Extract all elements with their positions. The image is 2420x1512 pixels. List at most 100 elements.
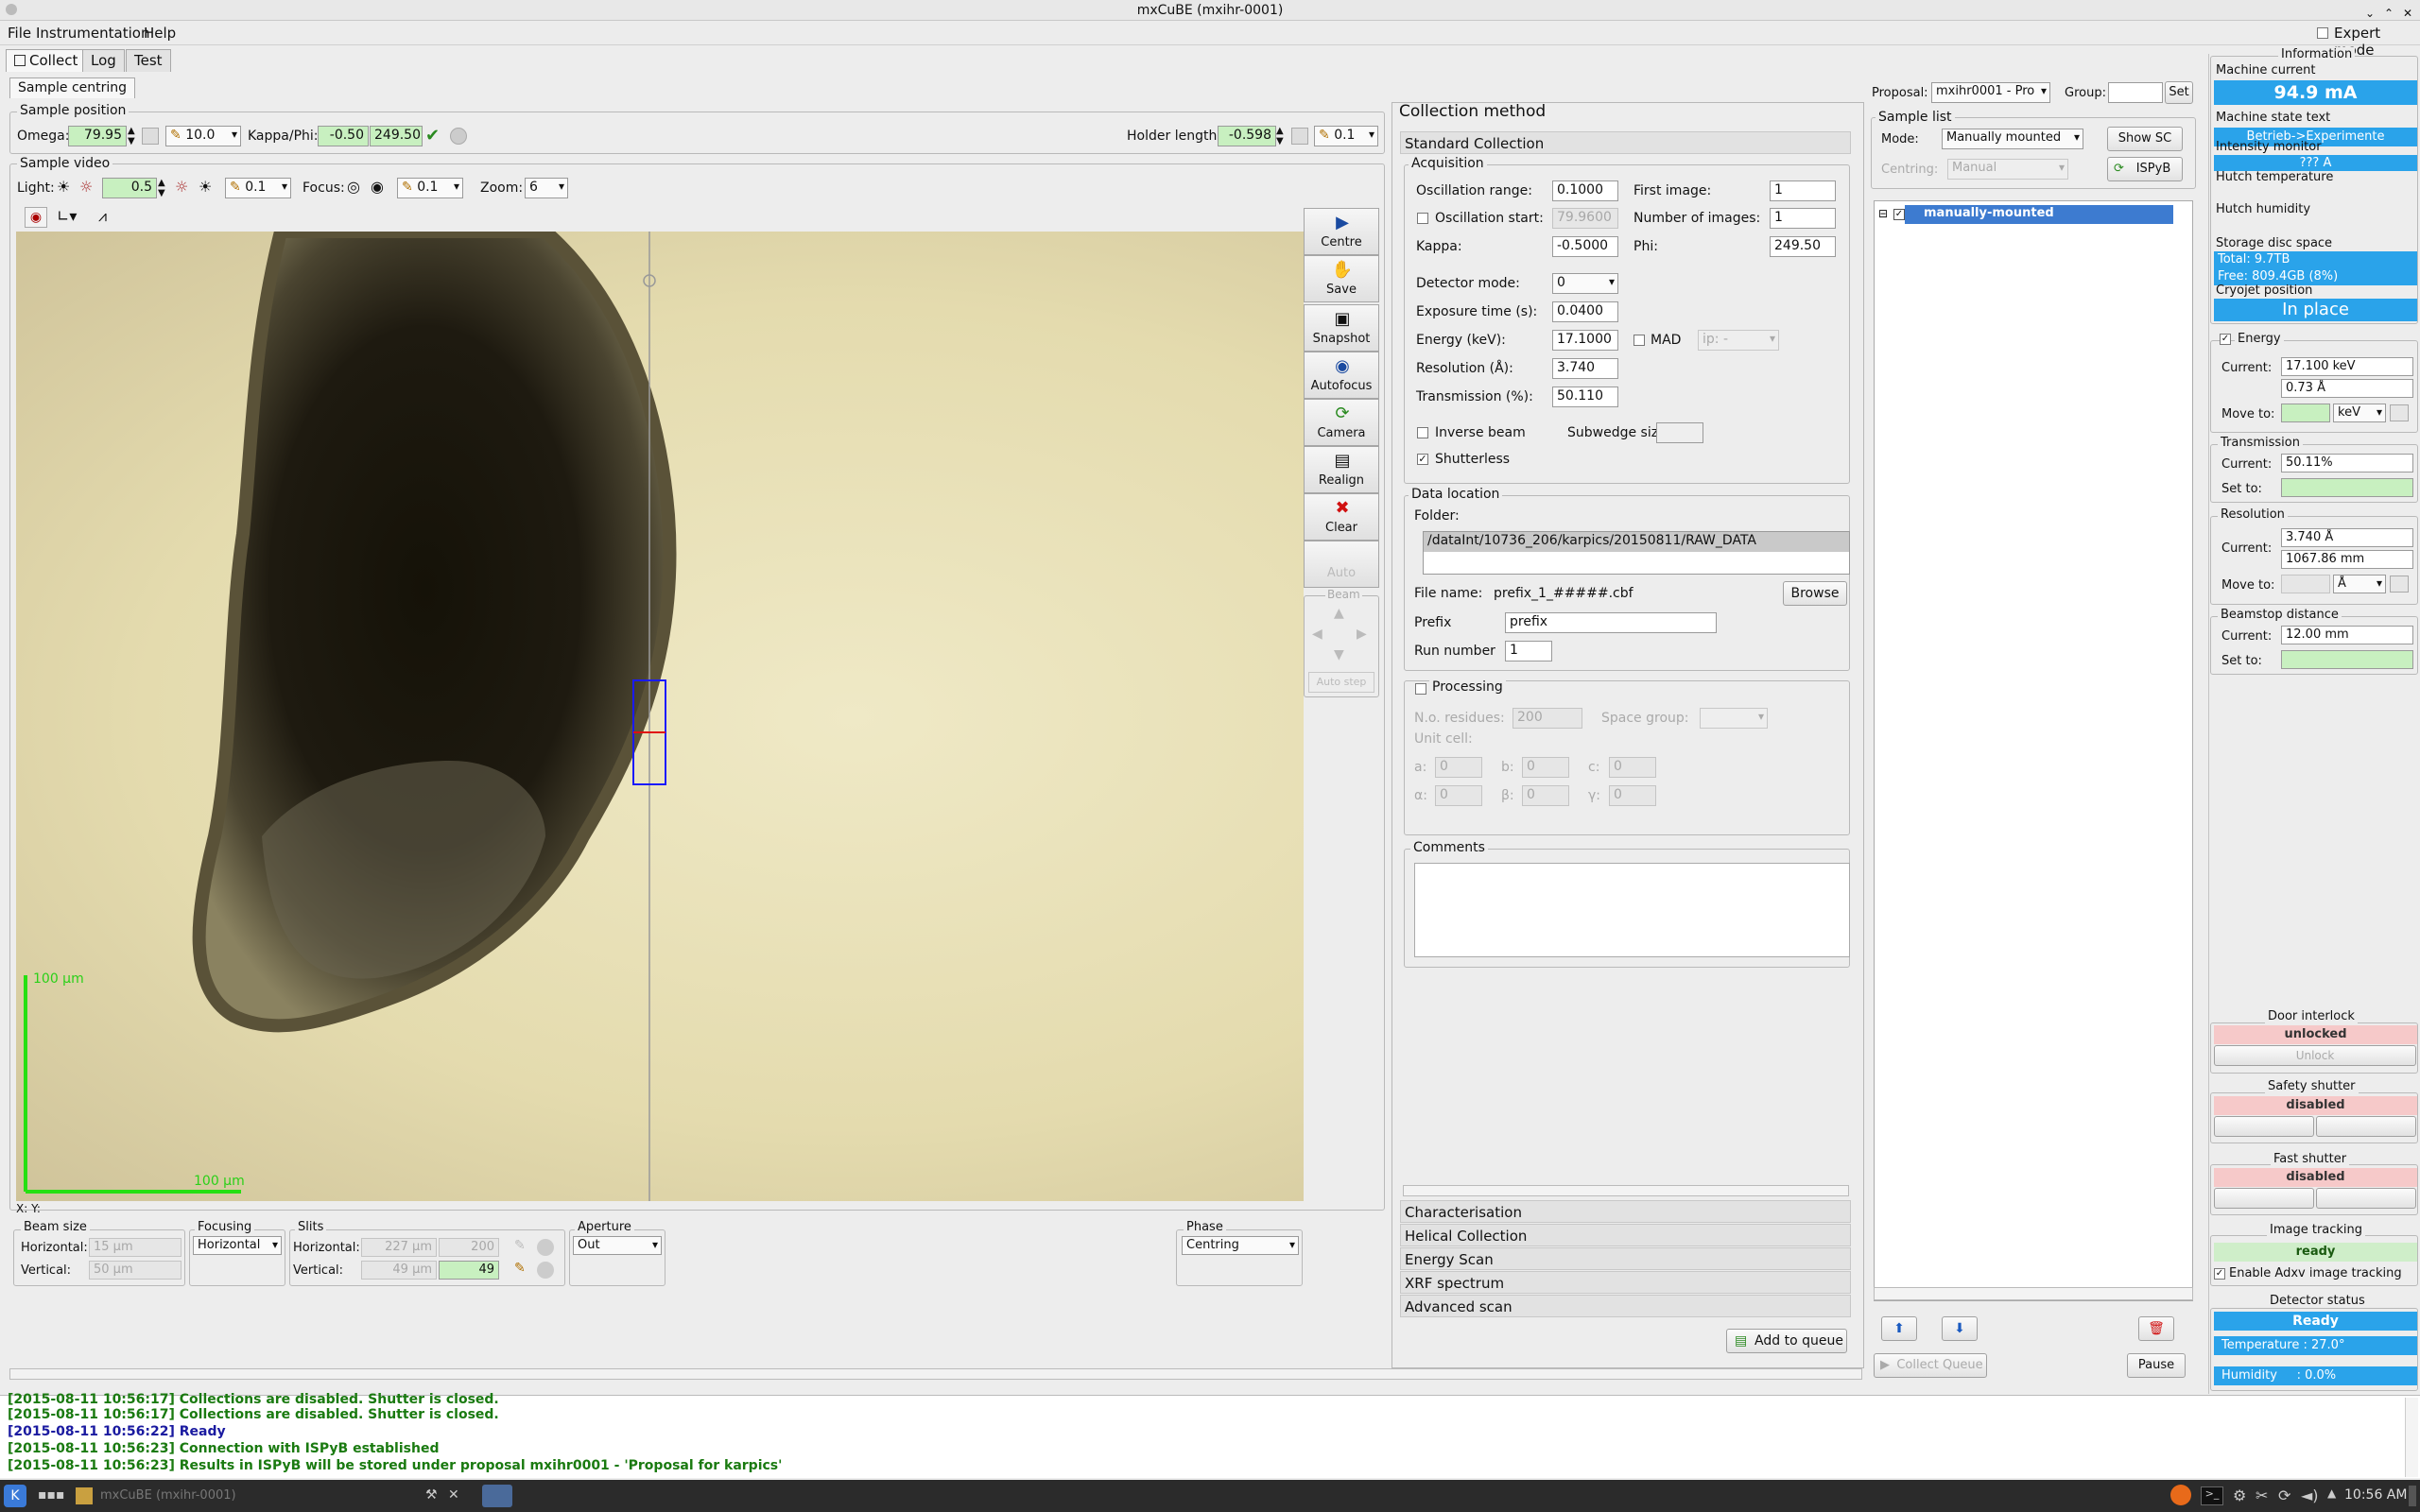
window-menu-icon[interactable] [6,4,17,15]
phi-input[interactable]: 249.50 [370,126,423,146]
pause-button[interactable]: Pause [2127,1353,2186,1378]
browse-button[interactable]: Browse [1783,581,1847,606]
characterisation-header[interactable]: Characterisation [1400,1200,1851,1223]
transmission-collect-input[interactable]: 50.110 [1552,387,1618,407]
light-off-icon[interactable]: ☼ [79,178,93,196]
omega-input[interactable]: 79.95 [68,126,127,146]
taskbar-window-label[interactable]: mxCuBE (mxihr-0001) [100,1488,236,1503]
light-up-icon[interactable]: ☀ [199,178,212,196]
prefix-input[interactable]: prefix [1505,612,1717,633]
zoom-select[interactable]: 6 [525,178,568,198]
expand-icon[interactable]: ⊟ [1878,207,1888,220]
delete-button[interactable]: 🗑 [2138,1316,2174,1341]
fast-close-button[interactable] [2316,1188,2416,1209]
exposure-input[interactable]: 0.0400 [1552,301,1618,322]
autofocus-button[interactable]: ◉ Autofocus [1304,352,1379,399]
menu-file[interactable]: File [8,25,31,42]
centre-button[interactable]: ▶ Centre [1304,208,1379,255]
save-button[interactable]: ✋ Save [1304,255,1379,302]
beam-down-icon[interactable]: ▼ [1334,647,1344,662]
omega-step-select[interactable]: ✎ 10.0 [165,126,241,146]
collect-queue-button[interactable]: ▶ Collect Queue [1874,1353,1987,1378]
mad-select[interactable]: ip: - [1698,330,1779,351]
log-vscrollbar[interactable] [2405,1398,2418,1477]
volume-icon[interactable]: ◄) [2301,1486,2319,1504]
tab-test[interactable]: Test [126,49,171,72]
cell-a-input[interactable]: 0 [1435,757,1482,778]
slits-horizontal-stop-button[interactable] [537,1239,554,1256]
angle-tool-icon[interactable]: ∟▾ [57,207,77,225]
fast-open-button[interactable] [2214,1188,2314,1209]
add-to-queue-button[interactable]: ▤ Add to queue [1726,1329,1847,1353]
energy-scan-header[interactable]: Energy Scan [1400,1247,1851,1270]
detector-mode-select[interactable]: 0 [1552,273,1618,294]
shutterless-checkbox[interactable]: ✓ [1417,454,1428,465]
collection-hscrollbar[interactable] [1403,1185,1849,1196]
energy-stop-button[interactable] [2390,404,2409,421]
kappa-collect-input[interactable]: -0.5000 [1552,236,1618,257]
door-unlock-button[interactable]: Unlock [2214,1045,2416,1066]
slits-vertical-apply-icon[interactable]: ✎ [514,1261,526,1276]
residues-input[interactable]: 200 [1512,708,1582,729]
osc-range-input[interactable]: 0.1000 [1552,180,1618,201]
group-set-button[interactable]: Set [2165,81,2193,104]
mode-select[interactable]: Manually mounted [1942,129,2083,149]
osc-start-checkbox[interactable] [1417,213,1428,224]
kappa-input[interactable]: -0.50 [318,126,369,146]
phi-collect-input[interactable]: 249.50 [1770,236,1836,257]
beam-up-icon[interactable]: ▲ [1334,606,1344,621]
standard-collection-header[interactable]: Standard Collection [1400,131,1851,154]
light-on-icon[interactable]: ☀ [57,178,70,196]
menu-help[interactable]: Help [144,25,176,42]
aperture-select[interactable]: Out [573,1236,662,1255]
slits-vertical-stop-button[interactable] [537,1262,554,1279]
energy-unit-select[interactable]: keV [2333,404,2386,422]
apply-check-icon[interactable]: ✔ [425,126,440,146]
cell-gamma-input[interactable]: 0 [1609,785,1656,806]
xrf-header[interactable]: XRF spectrum [1400,1271,1851,1294]
firefox-icon[interactable] [2170,1485,2191,1505]
light-spinner[interactable]: ▲ ▼ [158,178,165,198]
proposal-select[interactable]: mxihr0001 - Pro [1931,82,2050,103]
show-sc-button[interactable]: Show SC [2107,127,2183,151]
num-images-input[interactable]: 1 [1770,208,1836,229]
slits-horizontal-apply-icon[interactable]: ✎ [514,1238,526,1253]
tab-collect[interactable]: Collect [6,49,87,72]
settings-icon[interactable]: ⚙ [2233,1486,2246,1504]
osc-start-input[interactable]: 79.9600 [1552,208,1618,229]
energy-move-input[interactable] [2281,404,2330,422]
safety-open-button[interactable] [2214,1116,2314,1137]
tray-window-icon[interactable] [482,1485,512,1507]
beamstop-set-input[interactable] [2281,650,2413,669]
resolution-move-input[interactable] [2281,575,2330,593]
record-icon[interactable]: ◉ [25,207,47,228]
focusing-select[interactable]: Horizontal [193,1236,282,1255]
sample-tree-item[interactable]: manually-mounted [1905,205,2173,224]
realign-button[interactable]: ▤ Realign [1304,446,1379,493]
transmission-set-input[interactable] [2281,478,2413,497]
focus-out-icon[interactable]: ◎ [347,178,360,196]
comments-textarea[interactable] [1414,863,1850,957]
tab-sample-centring[interactable]: Sample centring [9,77,136,98]
folder-path[interactable]: /dataInt/10736_206/karpics/20150811/RAW_… [1424,532,1849,552]
camera-button[interactable]: ⟳ Camera [1304,399,1379,446]
inverse-beam-checkbox[interactable] [1417,427,1428,438]
menu-instrumentation[interactable]: Instrumentation [36,25,149,42]
sample-item-checkbox[interactable]: ✓ [1893,209,1905,220]
sample-tree-hscrollbar[interactable] [1874,1287,2193,1300]
advanced-scan-header[interactable]: Advanced scan [1400,1295,1851,1317]
cell-alpha-input[interactable]: 0 [1435,785,1482,806]
auto-button[interactable]: Auto [1304,541,1379,588]
resolution-unit-select[interactable]: Å [2333,575,2386,593]
focus-step-select[interactable]: ✎ 0.1 [397,178,463,198]
tray-tools-icon[interactable]: ⚒ [425,1487,438,1503]
cell-beta-input[interactable]: 0 [1522,785,1569,806]
cell-c-input[interactable]: 0 [1609,757,1656,778]
enable-adxv-checkbox[interactable]: ✓ [2214,1268,2225,1280]
light-step-select[interactable]: ✎ 0.1 [225,178,291,198]
centring-select[interactable]: Manual [1947,159,2068,180]
group-input[interactable] [2108,82,2163,103]
phase-select[interactable]: Centring [1182,1236,1299,1255]
show-desktop-button[interactable] [2409,1486,2416,1506]
beam-left-icon[interactable]: ◀ [1312,627,1322,642]
